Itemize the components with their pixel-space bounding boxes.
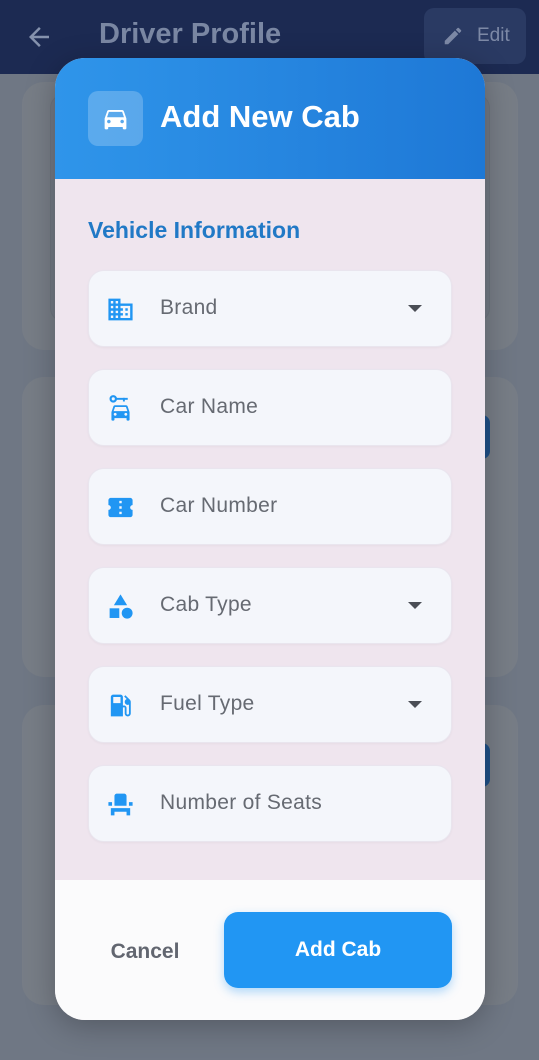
fuel-type-dropdown[interactable]: Fuel Type [88, 666, 452, 743]
car-name-label: Car Name [160, 395, 259, 418]
chevron-down-icon [408, 701, 422, 708]
ticket-icon [108, 497, 133, 518]
add-cab-dialog: Add New Cab Vehicle Information Brand Ca… [55, 58, 485, 1020]
brand-label: Brand [160, 296, 218, 319]
add-cab-button[interactable]: Add Cab [224, 912, 452, 988]
dialog-footer: Cancel Add Cab [55, 880, 485, 1020]
car-key-icon [109, 395, 130, 421]
car-icon [104, 110, 127, 130]
page-title: Driver Profile [99, 18, 282, 50]
cancel-button[interactable]: Cancel [89, 935, 201, 969]
number-of-seats-field[interactable]: Number of Seats [88, 765, 452, 842]
chevron-down-icon [408, 602, 422, 609]
dialog-title: Add New Cab [160, 99, 360, 134]
car-number-label: Car Number [160, 494, 278, 517]
chevron-down-icon [408, 305, 422, 312]
pencil-icon [444, 27, 462, 45]
brand-dropdown[interactable]: Brand [88, 270, 452, 347]
cab-type-label: Cab Type [160, 593, 252, 616]
edit-button[interactable]: Edit [424, 8, 526, 64]
edit-label: Edit [477, 25, 510, 46]
section-title: Vehicle Information [88, 217, 301, 243]
car-number-field[interactable]: Car Number [88, 468, 452, 545]
car-name-field[interactable]: Car Name [88, 369, 452, 446]
number-of-seats-label: Number of Seats [160, 791, 323, 814]
fuel-icon [110, 694, 131, 717]
dialog-header-icon-box [88, 91, 143, 146]
back-arrow-icon[interactable] [24, 22, 54, 52]
shapes-icon [109, 594, 133, 619]
building-icon [108, 298, 133, 321]
seat-icon [108, 793, 133, 816]
cab-type-dropdown[interactable]: Cab Type [88, 567, 452, 644]
fuel-type-label: Fuel Type [160, 692, 255, 715]
dialog-header: Add New Cab [55, 58, 485, 179]
